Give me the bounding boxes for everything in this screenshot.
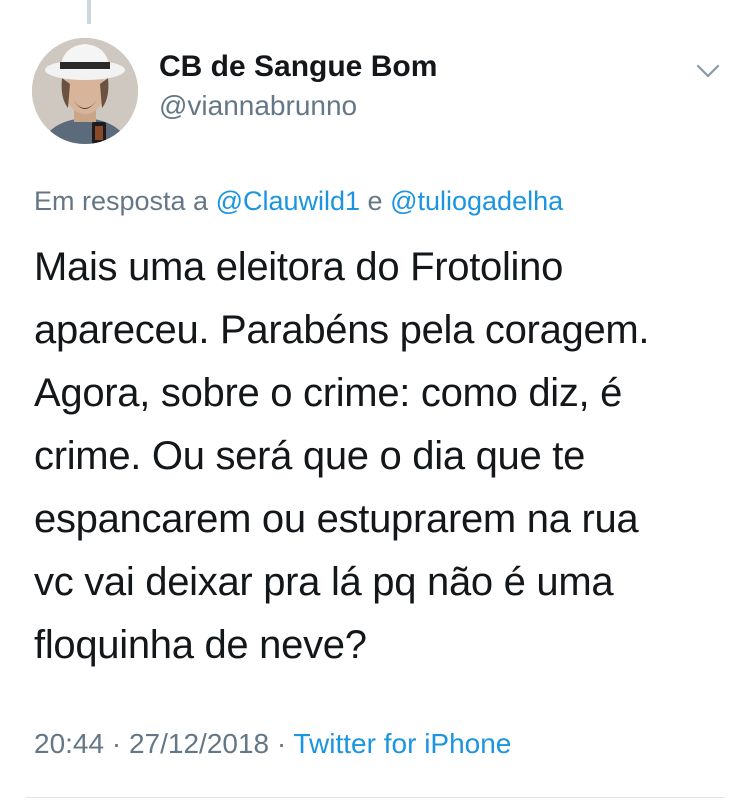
chevron-down-icon — [696, 64, 720, 78]
tweet-text: Mais uma eleitora do Frotolino apareceu.… — [34, 236, 724, 677]
username[interactable]: @viannabrunno — [159, 90, 357, 122]
divider — [26, 797, 724, 798]
tweet-text-line: vc vai deixar pra lá pq não é uma — [34, 560, 614, 604]
reply-prefix: Em resposta a — [34, 186, 216, 216]
thread-connector-line — [87, 0, 91, 24]
tweet-text-line: crime. Ou será que o dia que te — [34, 434, 586, 478]
mention-link-clauwild1[interactable]: @Clauwild1 — [216, 186, 360, 216]
tweet-menu-button[interactable] — [690, 56, 726, 86]
meta-separator: · — [104, 728, 129, 759]
meta-separator: · — [269, 728, 294, 759]
avatar-photo-icon — [32, 38, 138, 144]
tweet-text-line: apareceu. Parabéns pela coragem. — [34, 308, 650, 352]
tweet-text-line: Agora, sobre o crime: como diz, é — [34, 371, 623, 415]
tweet-metadata: 20:44 · 27/12/2018 · Twitter for iPhone — [34, 728, 511, 760]
tweet-source-link[interactable]: Twitter for iPhone — [294, 728, 512, 759]
reply-joiner: e — [360, 186, 391, 216]
avatar[interactable] — [32, 38, 138, 144]
mention-link-tuliogadelha[interactable]: @tuliogadelha — [390, 186, 563, 216]
reply-context: Em resposta a @Clauwild1 e @tuliogadelha — [34, 186, 563, 217]
tweet-text-line: Mais uma eleitora do Frotolino — [34, 245, 564, 289]
tweet-text-line: floquinha de neve? — [34, 623, 367, 667]
tweet-text-line: espancarem ou estuprarem na rua — [34, 497, 639, 541]
display-name[interactable]: CB de Sangue Bom — [159, 50, 437, 84]
tweet-date[interactable]: 27/12/2018 — [129, 728, 269, 759]
tweet-time[interactable]: 20:44 — [34, 728, 104, 759]
